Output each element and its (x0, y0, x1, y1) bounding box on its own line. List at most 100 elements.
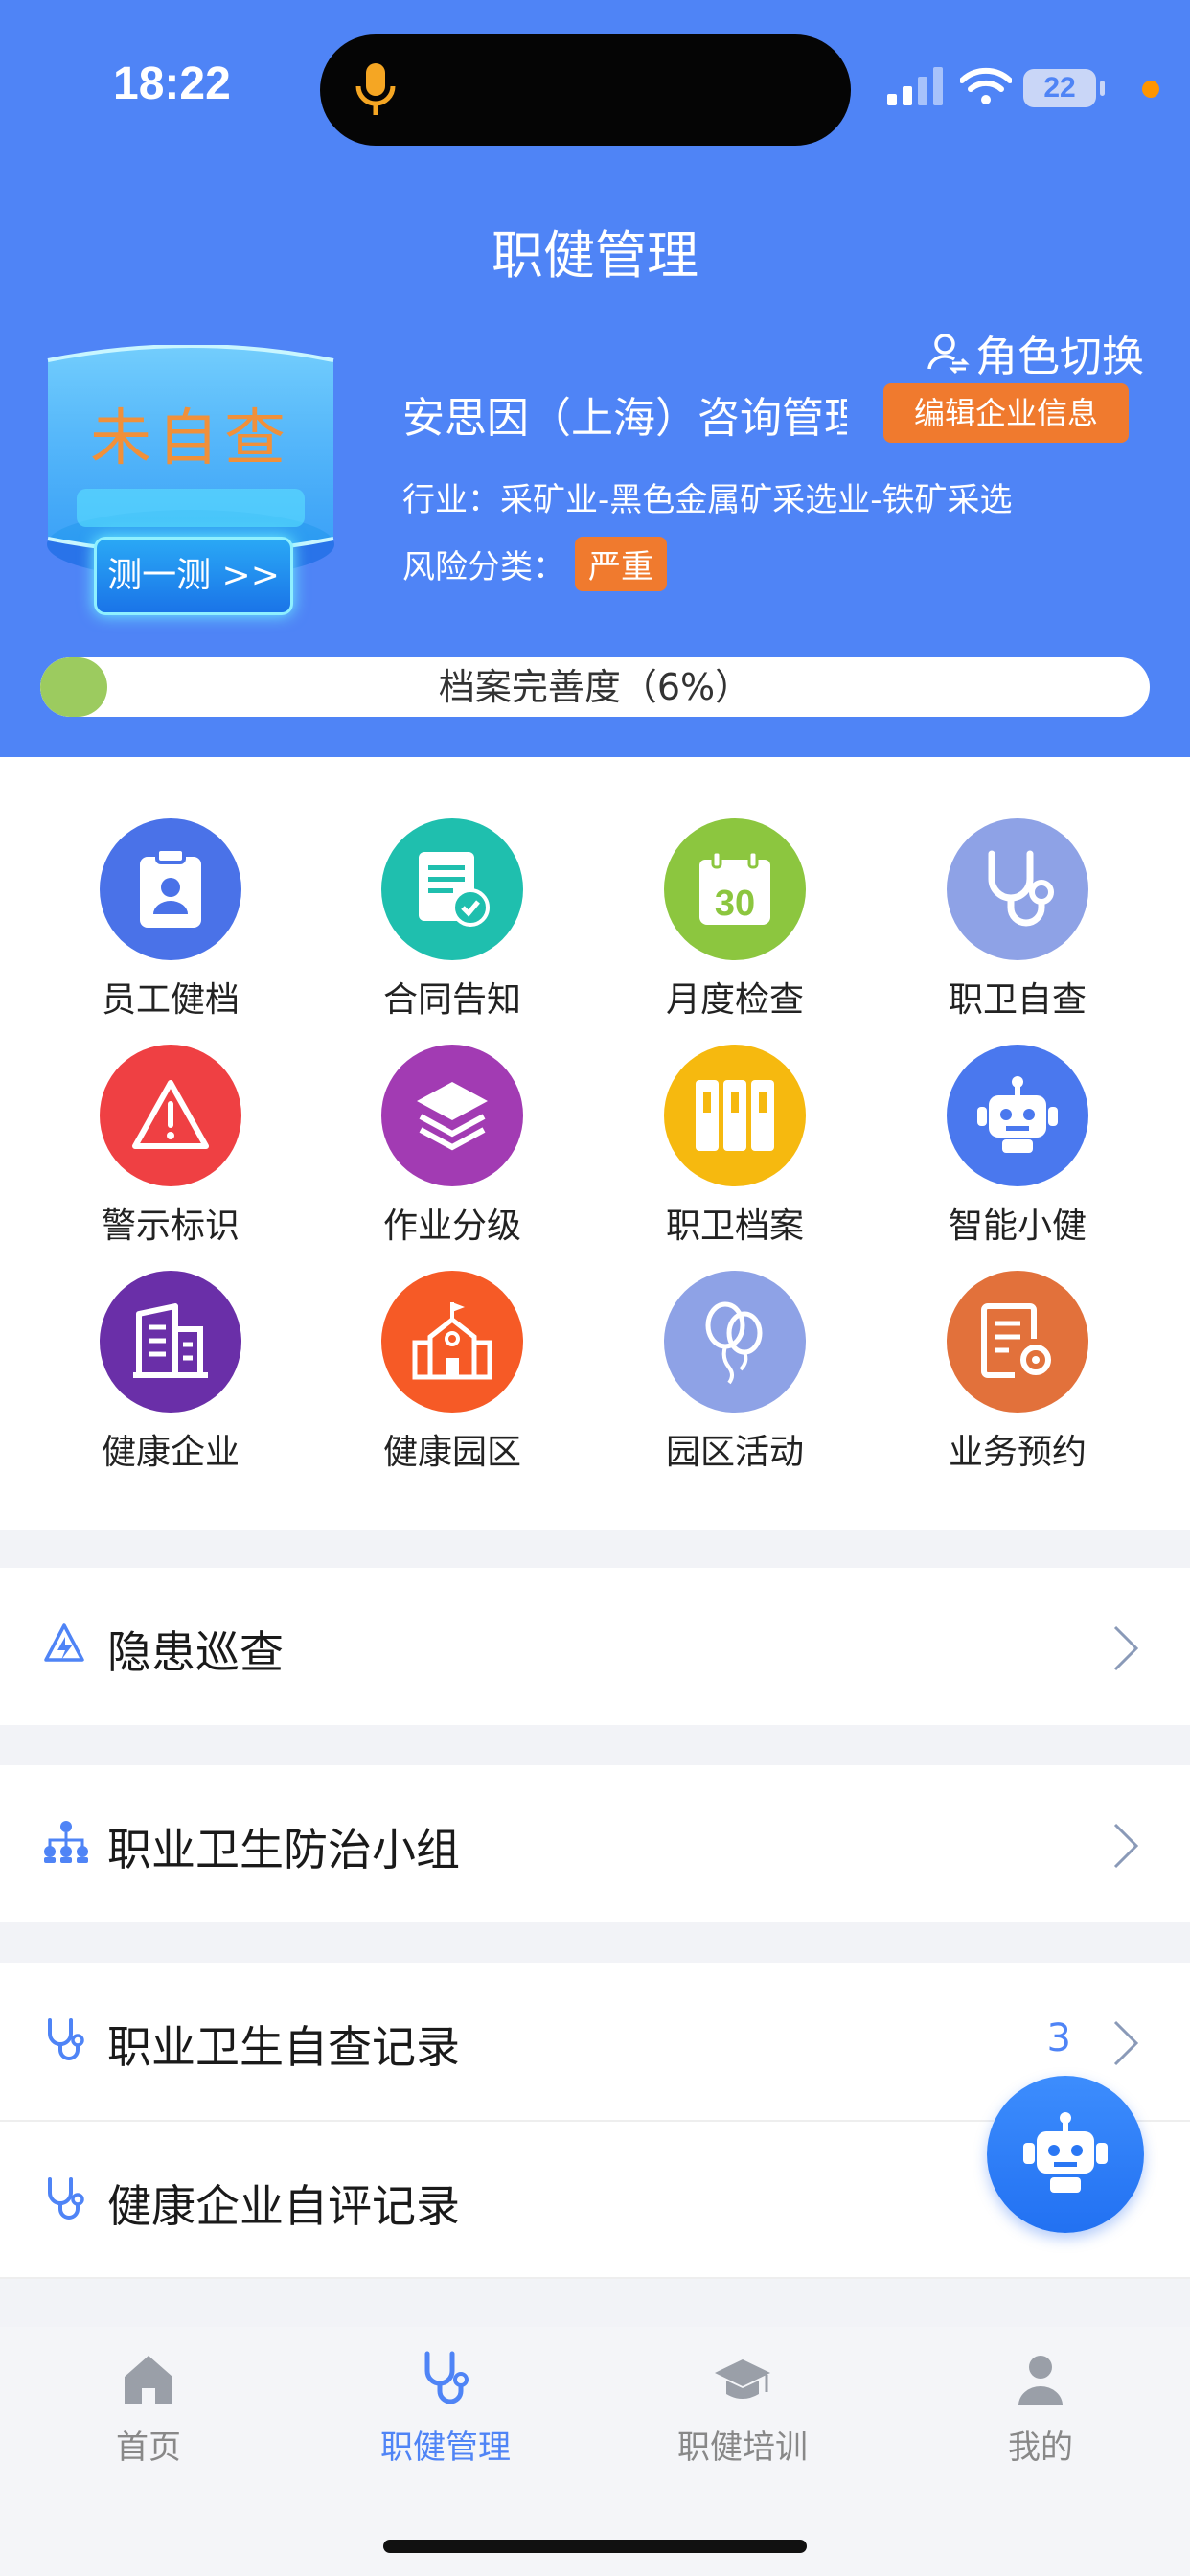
wifi-icon (960, 67, 1012, 104)
test-button[interactable]: 测一测 >> (94, 537, 293, 615)
document-gear-icon (981, 1303, 1051, 1378)
list-item-label: 职业卫生自查记录 (107, 2021, 460, 2073)
balloons-icon (705, 1301, 763, 1385)
grid-item-service-booking[interactable]: 业务预约 (903, 1271, 1133, 1482)
grid-item-circle (381, 818, 523, 960)
feature-grid: 员工健档 合同告知 30 月度检查 职卫自查 警示标识 作业分级 职卫档案 智能… (0, 757, 1190, 1530)
tab-training[interactable]: 职健培训 (628, 2350, 858, 2468)
grid-item-circle: 30 (664, 818, 806, 960)
profile-progress-bar: 档案完善度（6%） (40, 657, 1150, 717)
list-item-hazard-patrol[interactable]: 隐患巡查 (0, 1568, 1190, 1725)
grid-item-circle (381, 1271, 523, 1413)
role-switch-button[interactable]: 角色切换 (926, 322, 1144, 383)
grid-item-park-activities[interactable]: 园区活动 (620, 1271, 850, 1482)
user-icon (1018, 2356, 1063, 2405)
grid-label: 健康企业 (101, 1433, 240, 1472)
risk-label: 风险分类： (402, 548, 565, 586)
tab-home[interactable]: 首页 (34, 2350, 263, 2468)
grid-item-healthy-park[interactable]: 健康园区 (337, 1271, 567, 1482)
grid-item-contract-notice[interactable]: 合同告知 (337, 818, 567, 1029)
progress-label: 档案完善度（6%） (438, 666, 752, 708)
role-switch-label: 角色切换 (975, 333, 1144, 381)
privacy-indicator-dot (1142, 80, 1159, 98)
team-tree-icon (44, 1821, 88, 1863)
grid-label: 业务预约 (948, 1433, 1087, 1472)
industry-value: 采矿业-黑色金属矿采选业-铁矿采选 (500, 481, 1013, 519)
home-indicator (383, 2540, 807, 2553)
status-time: 18:22 (113, 58, 231, 109)
building-icon (133, 1303, 208, 1378)
page-title: 职健管理 (492, 225, 698, 286)
graduation-cap-icon (715, 2359, 770, 2399)
header: 18:22 22 职健管理 角色切换 未自查 测一测 >> 安思因（上海）咨询管… (0, 0, 1190, 757)
grid-item-smart-assistant[interactable]: 智能小健 (903, 1045, 1133, 1255)
grid-item-job-grading[interactable]: 作业分级 (337, 1045, 567, 1255)
school-building-icon (412, 1302, 492, 1380)
grid-label: 合同告知 (382, 980, 521, 1020)
chevron-right-icon (1113, 1823, 1139, 1869)
grid-item-healthy-enterprise[interactable]: 健康企业 (56, 1271, 286, 1482)
grid-label: 职卫档案 (665, 1207, 804, 1246)
chevron-right-icon (1113, 2020, 1139, 2066)
industry-row: 行业：采矿业-黑色金属矿采选业-铁矿采选 (402, 473, 1013, 520)
tab-label: 职健培训 (677, 2428, 808, 2467)
grid-item-circle (100, 1271, 241, 1413)
grid-item-self-check[interactable]: 职卫自查 (903, 818, 1133, 1029)
warning-triangle-icon (132, 1080, 209, 1149)
layers-icon (417, 1082, 488, 1151)
risk-badge: 严重 (575, 537, 667, 591)
stethoscope-icon (988, 850, 1054, 927)
grid-label: 员工健档 (101, 980, 240, 1020)
self-check-status: 未自查 (90, 403, 291, 474)
grid-item-circle (664, 1271, 806, 1413)
hazard-patrol-icon (44, 1623, 84, 1662)
grid-item-circle (381, 1045, 523, 1186)
svg-text:30: 30 (715, 884, 755, 924)
list-item-label: 隐患巡查 (107, 1626, 284, 1678)
grid-label: 作业分级 (382, 1207, 521, 1246)
grid-item-circle (100, 818, 241, 960)
robot-icon (1023, 2112, 1108, 2193)
risk-row: 风险分类： 严重 (402, 537, 667, 591)
battery-tip (1100, 80, 1105, 96)
industry-label: 行业： (402, 481, 500, 519)
tab-label: 我的 (1008, 2428, 1073, 2467)
stethoscope-icon (48, 2177, 84, 2220)
grid-item-health-archive[interactable]: 职卫档案 (620, 1045, 850, 1255)
employee-badge-icon (140, 847, 201, 928)
grid-item-monthly-inspection[interactable]: 30 月度检查 (620, 818, 850, 1029)
tab-profile[interactable]: 我的 (926, 2350, 1156, 2468)
record-count: 3 (1046, 2016, 1071, 2060)
calendar-30-icon: 30 (699, 850, 770, 925)
tab-health-management[interactable]: 职健管理 (331, 2350, 561, 2468)
edit-company-button[interactable]: 编辑企业信息 (883, 383, 1129, 443)
list-item-label: 健康企业自评记录 (107, 2180, 460, 2232)
assistant-robot-button[interactable] (987, 2076, 1144, 2233)
grid-label: 园区活动 (665, 1433, 804, 1472)
list-divider (0, 2277, 1190, 2279)
grid-label: 月度检查 (665, 980, 804, 1020)
user-switch-icon (927, 334, 970, 375)
grid-item-circle (664, 1045, 806, 1186)
grid-item-circle (947, 818, 1088, 960)
cellular-signal-icon (887, 67, 943, 105)
stethoscope-icon (424, 2351, 469, 2404)
grid-label: 智能小健 (948, 1207, 1087, 1246)
tab-bar: 首页 职健管理 职健培训 我的 (0, 2327, 1190, 2576)
microphone-icon (355, 63, 396, 115)
grid-item-circle (947, 1045, 1088, 1186)
tab-label: 首页 (116, 2428, 181, 2467)
grid-item-employee-records[interactable]: 员工健档 (56, 818, 286, 1029)
binders-icon (696, 1080, 774, 1151)
stethoscope-icon (48, 2018, 84, 2060)
list-item-label: 职业卫生防治小组 (107, 1824, 460, 1875)
grid-label: 健康园区 (382, 1433, 521, 1472)
tab-label: 职健管理 (380, 2428, 511, 2467)
dynamic-island (320, 34, 851, 146)
grid-label: 职卫自查 (948, 980, 1087, 1020)
home-icon (125, 2356, 172, 2404)
grid-item-circle (100, 1045, 241, 1186)
grid-item-warning-signs[interactable]: 警示标识 (56, 1045, 286, 1255)
grid-item-circle (947, 1271, 1088, 1413)
list-item-prevention-team[interactable]: 职业卫生防治小组 (0, 1765, 1190, 1922)
